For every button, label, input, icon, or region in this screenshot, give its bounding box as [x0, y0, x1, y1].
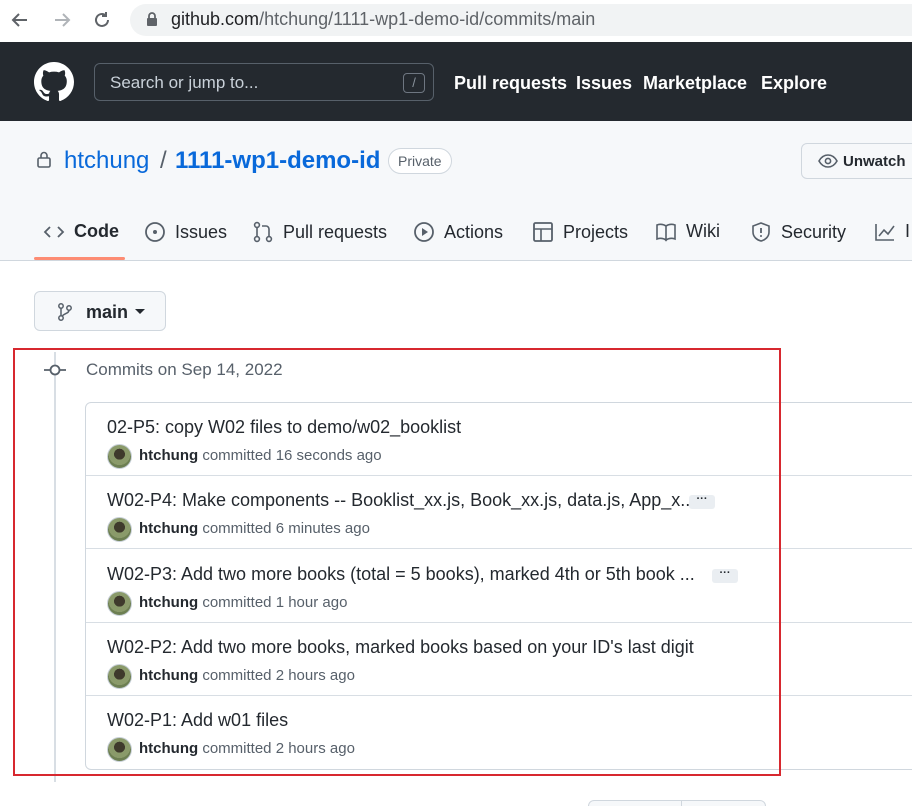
avatar[interactable]	[107, 737, 132, 762]
nav-marketplace[interactable]: Marketplace	[643, 73, 747, 94]
branch-name: main	[86, 302, 129, 322]
tab-pull-requests-label: Pull requests	[283, 221, 388, 242]
repo-owner-link[interactable]: htchung	[64, 147, 149, 175]
commit-meta: htchung committed 16 seconds ago	[139, 447, 382, 464]
tab-pull-requests[interactable]: Pull requests	[252, 221, 387, 243]
git-branch-icon	[58, 303, 72, 321]
book-icon	[656, 223, 676, 241]
code-icon	[43, 225, 65, 238]
avatar[interactable]	[107, 444, 132, 469]
expand-message-button[interactable]: ···	[712, 568, 738, 583]
tab-issues-label: Issues	[175, 221, 228, 242]
reload-icon[interactable]	[88, 6, 116, 34]
commit-time: 2 hours ago	[275, 740, 355, 757]
repo-path-separator: /	[160, 147, 167, 174]
commit-author-link[interactable]: htchung	[139, 740, 198, 757]
chevron-down-icon	[135, 309, 145, 314]
github-logo-icon[interactable]	[34, 62, 74, 102]
branch-selector-button[interactable]: main	[34, 291, 166, 331]
nav-explore[interactable]: Explore	[761, 73, 827, 94]
avatar[interactable]	[107, 591, 132, 616]
commit-author-link[interactable]: htchung	[139, 667, 198, 684]
avatar[interactable]	[107, 664, 132, 689]
commit-meta: htchung committed 6 minutes ago	[139, 520, 370, 537]
search-shortcut-key: /	[403, 73, 425, 93]
url-text[interactable]: github.com/htchung/1111-wp1-demo-id/comm…	[171, 9, 595, 30]
private-lock-icon	[37, 151, 51, 168]
nav-issues[interactable]: Issues	[576, 73, 632, 94]
github-header: Search or jump to... / Pull requests Iss…	[0, 42, 912, 121]
commit-list: 02-P5: copy W02 files to demo/w02_bookli…	[85, 402, 912, 770]
tab-security[interactable]: Security	[750, 221, 846, 243]
timeline-line	[54, 352, 56, 782]
pagination-divider	[681, 801, 682, 806]
graph-icon	[875, 223, 895, 241]
back-icon[interactable]	[6, 6, 34, 34]
commit-action: committed	[202, 520, 272, 537]
secure-lock-icon	[147, 12, 157, 26]
commit-time: 2 hours ago	[275, 667, 355, 684]
watch-button[interactable]: Unwatch	[801, 143, 912, 179]
commit-author-link[interactable]: htchung	[139, 447, 198, 464]
url-path: /htchung/1111-wp1-demo-id/commits/main	[259, 9, 596, 29]
commit-action: committed	[202, 594, 272, 611]
commits-date-heading: Commits on Sep 14, 2022	[86, 360, 283, 379]
commit-message-link[interactable]: 02-P5: copy W02 files to demo/w02_bookli…	[107, 417, 461, 438]
table-icon	[533, 222, 553, 242]
repo-name-link[interactable]: 1111-wp1-demo-id	[175, 147, 380, 175]
eye-icon	[818, 154, 838, 168]
commit-meta: htchung committed 2 hours ago	[139, 667, 355, 684]
git-pull-request-icon	[253, 221, 273, 243]
tab-insights[interactable]: I	[874, 221, 910, 242]
commit-row: W02-P3: Add two more books (total = 5 bo…	[86, 550, 912, 623]
tab-actions[interactable]: Actions	[413, 221, 503, 243]
commit-meta: htchung committed 2 hours ago	[139, 740, 355, 757]
tab-projects[interactable]: Projects	[532, 221, 628, 243]
tab-code-label: Code	[74, 221, 119, 241]
tab-wiki-label: Wiki	[686, 221, 720, 241]
tab-projects-label: Projects	[563, 221, 629, 242]
tab-actions-label: Actions	[444, 221, 504, 242]
tab-issues[interactable]: Issues	[144, 221, 227, 243]
commit-author-link[interactable]: htchung	[139, 594, 198, 611]
commit-message-link[interactable]: W02-P2: Add two more books, marked books…	[107, 637, 694, 658]
commit-author-link[interactable]: htchung	[139, 520, 198, 537]
git-commit-icon	[44, 364, 66, 376]
repo-header: htchung / 1111-wp1-demo-id Private Unwat…	[0, 121, 912, 261]
tab-security-label: Security	[781, 221, 847, 242]
search-placeholder: Search or jump to...	[110, 73, 259, 92]
commit-meta: htchung committed 1 hour ago	[139, 594, 347, 611]
commit-action: committed	[202, 667, 272, 684]
shield-icon	[752, 222, 770, 242]
commit-row: W02-P2: Add two more books, marked books…	[86, 623, 912, 696]
pagination-buttons[interactable]	[588, 800, 766, 806]
nav-pull-requests[interactable]: Pull requests	[454, 73, 567, 94]
forward-icon[interactable]	[48, 6, 76, 34]
issue-opened-icon	[145, 222, 165, 242]
play-icon	[414, 222, 434, 242]
visibility-badge: Private	[388, 148, 452, 174]
commit-action: committed	[202, 740, 272, 757]
avatar[interactable]	[107, 517, 132, 542]
browser-toolbar: github.com/htchung/1111-wp1-demo-id/comm…	[0, 0, 912, 42]
commit-message-link[interactable]: W02-P1: Add w01 files	[107, 710, 288, 731]
tab-wiki[interactable]: Wiki	[655, 221, 720, 242]
commit-time: 6 minutes ago	[275, 520, 370, 537]
commit-message-link[interactable]: W02-P3: Add two more books (total = 5 bo…	[107, 564, 695, 585]
tab-code[interactable]: Code	[43, 221, 119, 242]
url-host: github.com	[171, 9, 260, 29]
commit-row: W02-P4: Make components -- Booklist_xx.j…	[86, 476, 912, 549]
commit-time: 1 hour ago	[275, 594, 348, 611]
commit-row: W02-P1: Add w01 files htchung committed …	[86, 696, 912, 769]
active-tab-indicator	[34, 257, 125, 260]
expand-message-button[interactable]: ···	[689, 494, 715, 509]
tab-insights-label: I	[905, 221, 911, 241]
search-input[interactable]: Search or jump to... /	[94, 63, 434, 101]
commit-message-link[interactable]: W02-P4: Make components -- Booklist_xx.j…	[107, 490, 695, 511]
commit-time: 16 seconds ago	[275, 447, 382, 464]
commit-row: 02-P5: copy W02 files to demo/w02_bookli…	[86, 403, 912, 476]
commit-action: committed	[202, 447, 272, 464]
watch-label: Unwatch	[843, 153, 906, 170]
